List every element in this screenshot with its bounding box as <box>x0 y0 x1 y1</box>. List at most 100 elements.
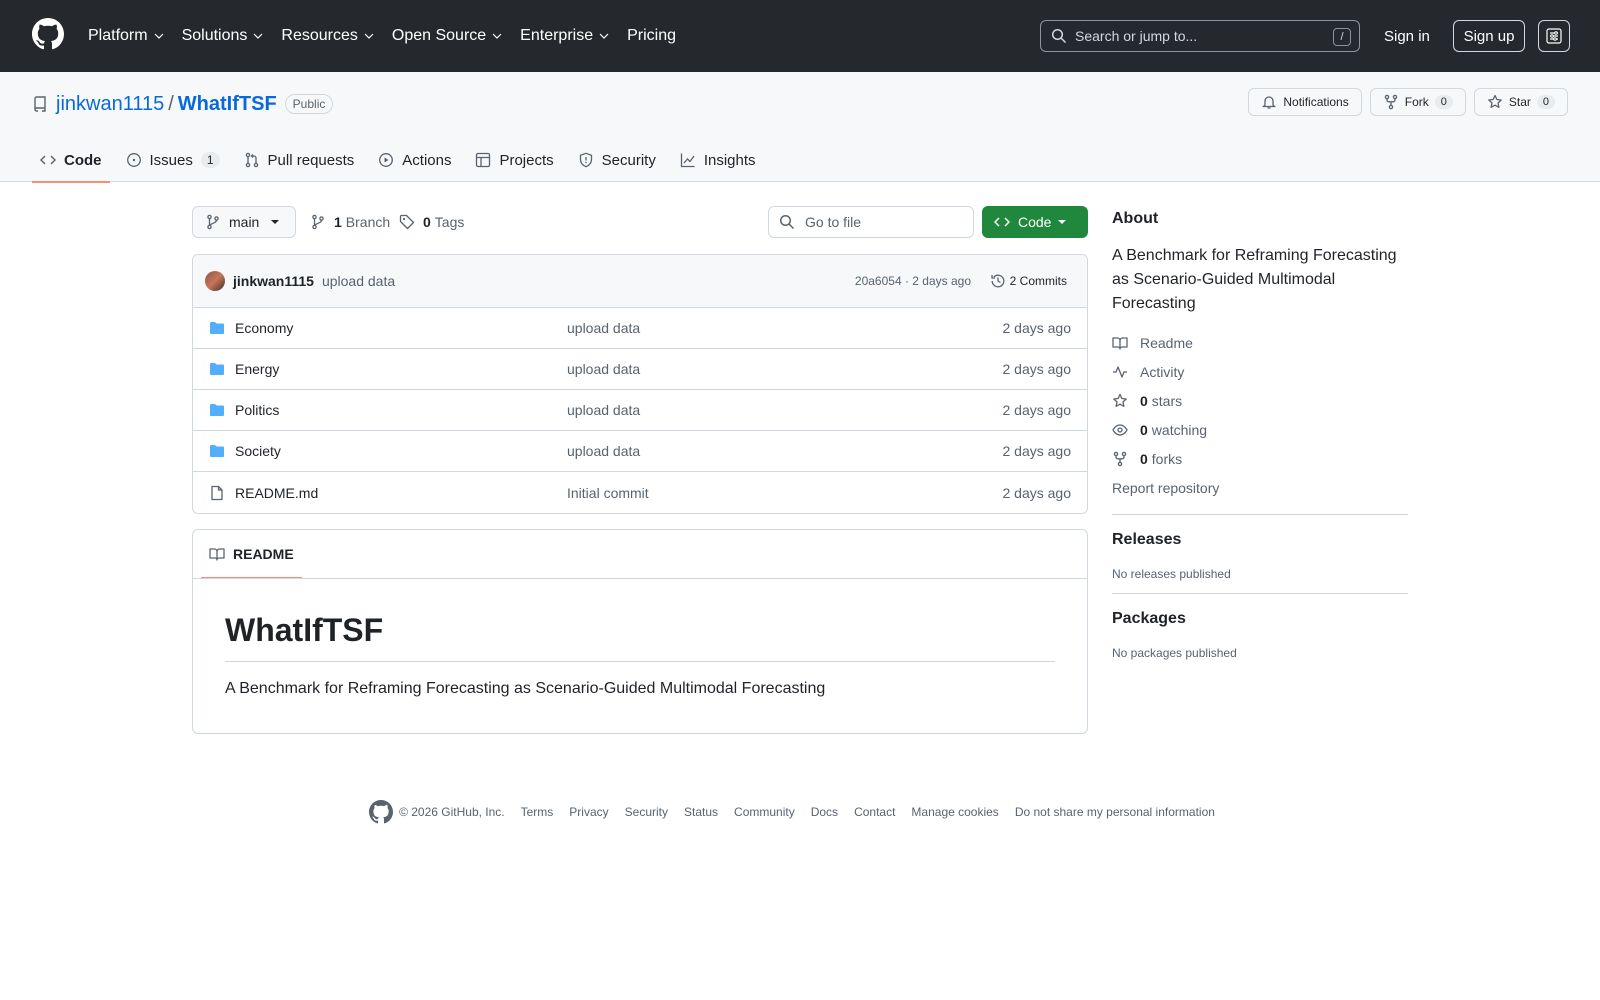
footer-copyright: © 2026 GitHub, Inc. <box>399 805 505 819</box>
footer: © 2026 GitHub, Inc. Terms Privacy Securi… <box>0 800 1600 824</box>
commits-count-label: 2 Commits <box>1009 274 1067 288</box>
table-icon <box>476 152 491 168</box>
star-count: 0 <box>1536 95 1555 109</box>
tab-label: Security <box>601 151 656 169</box>
sign-in-link[interactable]: Sign in <box>1376 20 1438 52</box>
forks-count: 0 <box>1140 450 1148 467</box>
forks-link[interactable]: 0 forks <box>1112 444 1408 473</box>
chevron-down-icon <box>253 33 263 39</box>
tab-security[interactable]: Security <box>570 138 664 182</box>
footer-link-do-not-share[interactable]: Do not share my personal information <box>1015 805 1215 819</box>
footer-link-docs[interactable]: Docs <box>811 805 838 819</box>
file-commit-message[interactable]: upload data <box>567 361 640 377</box>
nav-pricing[interactable]: Pricing <box>627 20 676 52</box>
chevron-down-icon <box>364 33 374 39</box>
nav-label: Resources <box>281 27 358 44</box>
readme-link[interactable]: Readme <box>1112 328 1408 357</box>
table-row[interactable]: Society upload data 2 days ago <box>193 431 1087 472</box>
sidebar-divider <box>1112 514 1408 515</box>
readme-heading: WhatIfTSF <box>225 612 384 648</box>
notifications-button[interactable]: Notifications <box>1248 88 1362 116</box>
repo-owner-link[interactable]: jinkwan1115 <box>56 93 164 116</box>
file-commit-message[interactable]: upload data <box>567 320 640 336</box>
file-date: 2 days ago <box>1002 443 1072 459</box>
commit-meta[interactable]: 20a6054 · 2 days ago <box>855 274 971 288</box>
footer-link-status[interactable]: Status <box>684 805 718 819</box>
code-icon <box>994 217 1010 227</box>
search-shortcut-key: / <box>1333 28 1351 46</box>
packages-heading[interactable]: Packages <box>1112 610 1408 628</box>
nav-resources[interactable]: Resources <box>281 20 374 52</box>
nav-platform[interactable]: Platform <box>88 20 164 52</box>
tag-icon <box>399 214 415 230</box>
commit-author-link[interactable]: jinkwan1115 <box>233 273 314 289</box>
tab-issues[interactable]: Issues 1 <box>118 138 228 182</box>
file-commit-message[interactable]: upload data <box>567 402 640 418</box>
settings-menu-button[interactable] <box>1538 20 1570 52</box>
chevron-down-icon <box>492 33 502 39</box>
play-circle-icon <box>379 153 394 167</box>
search-placeholder: Search or jump to... <box>1075 28 1198 44</box>
stars-link[interactable]: 0 stars <box>1112 386 1408 415</box>
readme-body: A Benchmark for Reframing Forecasting as… <box>225 680 826 697</box>
tab-actions[interactable]: Actions <box>370 138 459 182</box>
watchers-link[interactable]: 0 watching <box>1112 415 1408 444</box>
repo-separator: / <box>168 92 174 115</box>
table-row[interactable]: README.md Initial commit 2 days ago <box>193 472 1087 513</box>
repo-name-link[interactable]: WhatIfTSF <box>178 93 277 116</box>
footer-link-security[interactable]: Security <box>625 805 668 819</box>
file-name-link[interactable]: README.md <box>235 485 318 501</box>
repo-actions: Notifications Fork 0 Star 0 <box>1240 88 1568 116</box>
search-input[interactable]: Search or jump to... / <box>1040 20 1360 52</box>
nav-enterprise[interactable]: Enterprise <box>520 20 609 52</box>
footer-link-community[interactable]: Community <box>734 805 795 819</box>
report-repository-link[interactable]: Report repository <box>1112 473 1408 502</box>
tab-code[interactable]: Code <box>32 138 110 183</box>
nav-open-source[interactable]: Open Source <box>392 20 502 52</box>
tab-insights[interactable]: Insights <box>672 138 764 182</box>
code-icon <box>40 155 56 165</box>
commit-message-link[interactable]: upload data <box>322 273 395 289</box>
table-row[interactable]: Economy upload data 2 days ago <box>193 308 1087 349</box>
fork-button[interactable]: Fork 0 <box>1369 88 1466 116</box>
fork-icon <box>1384 94 1397 110</box>
table-row[interactable]: Energy upload data 2 days ago <box>193 349 1087 390</box>
footer-link-contact[interactable]: Contact <box>854 805 895 819</box>
file-name-link[interactable]: Economy <box>235 320 293 336</box>
about-links: Readme Activity 0 stars 0 watching 0 for… <box>1112 328 1408 502</box>
commits-history-link[interactable]: 2 Commits <box>990 273 1067 289</box>
sign-up-button[interactable]: Sign up <box>1453 20 1525 52</box>
nav-solutions[interactable]: Solutions <box>182 20 264 52</box>
table-row[interactable]: Politics upload data 2 days ago <box>193 390 1087 431</box>
github-logo-icon[interactable] <box>32 18 64 50</box>
file-name-link[interactable]: Energy <box>235 361 279 377</box>
activity-link[interactable]: Activity <box>1112 357 1408 386</box>
search-icon <box>1051 28 1067 44</box>
readme-tab[interactable]: README <box>201 530 302 579</box>
star-button[interactable]: Star 0 <box>1473 88 1568 116</box>
footer-link-terms[interactable]: Terms <box>521 805 554 819</box>
go-to-file-input[interactable]: Go to file <box>768 206 974 238</box>
file-name-link[interactable]: Politics <box>235 402 279 418</box>
avatar[interactable] <box>205 271 225 291</box>
github-logo-icon[interactable] <box>369 800 394 824</box>
file-name-link[interactable]: Society <box>235 443 281 459</box>
releases-heading[interactable]: Releases <box>1112 531 1408 549</box>
graph-icon <box>680 153 695 168</box>
tab-label: Actions <box>402 151 452 169</box>
footer-link-privacy[interactable]: Privacy <box>569 805 608 819</box>
report-label: Report repository <box>1112 479 1220 496</box>
footer-link-manage-cookies[interactable]: Manage cookies <box>911 805 998 819</box>
book-icon <box>209 548 225 561</box>
tab-label: Code <box>64 151 102 169</box>
tags-link[interactable]: 0 Tags <box>399 206 464 238</box>
branch-selector[interactable]: main <box>192 206 296 238</box>
tab-pull-requests[interactable]: Pull requests <box>236 138 363 182</box>
fork-icon <box>1113 451 1127 466</box>
code-dropdown-button[interactable]: Code <box>982 206 1088 238</box>
readme-link-label: Readme <box>1140 334 1193 351</box>
branches-link[interactable]: 1 Branch <box>310 206 390 238</box>
file-commit-message[interactable]: Initial commit <box>567 485 649 501</box>
tab-projects[interactable]: Projects <box>467 138 561 182</box>
file-commit-message[interactable]: upload data <box>567 443 640 459</box>
